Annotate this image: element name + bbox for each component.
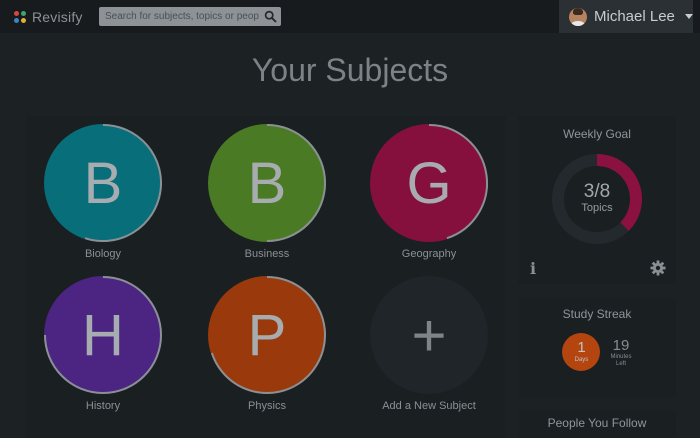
subject-progress-arc (266, 124, 326, 242)
streak-minutes-unit-line2: Left (615, 360, 626, 367)
subject-name[interactable]: History (38, 400, 168, 412)
subject-circle[interactable]: P (208, 276, 326, 394)
people-you-follow-card: People You Follow (518, 410, 676, 438)
brand-name: Revisify (32, 9, 83, 25)
subject-progress-arc (84, 124, 162, 242)
streak-minutes-value: 19 (612, 336, 630, 354)
search-bar (99, 7, 281, 26)
progress-ring (84, 124, 162, 242)
add-subject-label[interactable]: Add a New Subject (364, 400, 494, 412)
subject-progress-arc (210, 276, 326, 394)
add-subject-circle[interactable]: + (370, 276, 488, 394)
weekly-goal-unit: Topics (581, 202, 613, 214)
avatar (569, 7, 587, 26)
brand-logo[interactable]: Revisify (14, 8, 83, 26)
people-you-follow-title: People You Follow (547, 416, 647, 430)
streak-days-value: 1 (577, 339, 586, 356)
revisify-logo-icon (14, 10, 27, 24)
subject-progress-arc (428, 124, 488, 240)
subject-circle[interactable]: B (44, 124, 162, 242)
subject-card-history[interactable]: H History (38, 276, 168, 412)
chevron-down-icon (684, 14, 693, 19)
weekly-goal-title: Weekly Goal (563, 127, 631, 141)
subject-circle[interactable]: G (370, 124, 488, 242)
weekly-goal-card: Weekly Goal 3/8 Topics i (518, 116, 676, 284)
subject-circle[interactable]: B (208, 124, 326, 242)
user-menu[interactable]: Michael Lee (559, 0, 693, 33)
subject-card-geography[interactable]: G Geography (364, 124, 494, 260)
page-title: Your Subjects (251, 52, 449, 88)
top-navigation-bar: Revisify Michael Lee (0, 0, 700, 33)
search-button[interactable] (264, 10, 277, 23)
progress-ring (44, 276, 162, 394)
weekly-goal-value: 3/8 (583, 181, 611, 202)
study-streak-stats: 1 Days 19 Minutes Left (518, 333, 676, 371)
subject-card-biology[interactable]: B Biology (38, 124, 168, 260)
weekly-goal-center: 3/8 Topics (551, 181, 643, 215)
subject-name[interactable]: Geography (364, 248, 494, 260)
plus-icon: + (411, 301, 447, 369)
add-subject-button[interactable]: + Add a New Subject (364, 276, 494, 412)
subject-progress-arc (44, 276, 162, 394)
subjects-panel: B Biology B Business G Geography H Histo… (26, 116, 506, 438)
streak-days-unit: Days (574, 357, 589, 363)
subject-name[interactable]: Business (202, 248, 332, 260)
streak-days-badge: 1 Days (562, 333, 601, 371)
subject-card-business[interactable]: B Business (202, 124, 332, 260)
search-input[interactable] (99, 7, 259, 26)
info-icon[interactable]: i (530, 259, 536, 278)
study-streak-card: Study Streak 1 Days 19 Minutes Left (518, 298, 676, 398)
study-streak-title: Study Streak (562, 307, 632, 321)
progress-ring (266, 124, 326, 242)
subject-circle[interactable]: H (44, 276, 162, 394)
progress-ring (428, 124, 488, 240)
subject-name[interactable]: Biology (38, 248, 168, 260)
streak-minutes: 19 Minutes Left (610, 337, 631, 368)
subject-name[interactable]: Physics (202, 400, 332, 412)
subject-card-physics[interactable]: P Physics (202, 276, 332, 412)
streak-minutes-unit-line1: Minutes (610, 353, 632, 360)
progress-ring (210, 276, 326, 394)
search-icon (264, 10, 277, 23)
gear-icon[interactable] (650, 260, 666, 276)
user-name: Michael Lee (594, 8, 675, 25)
